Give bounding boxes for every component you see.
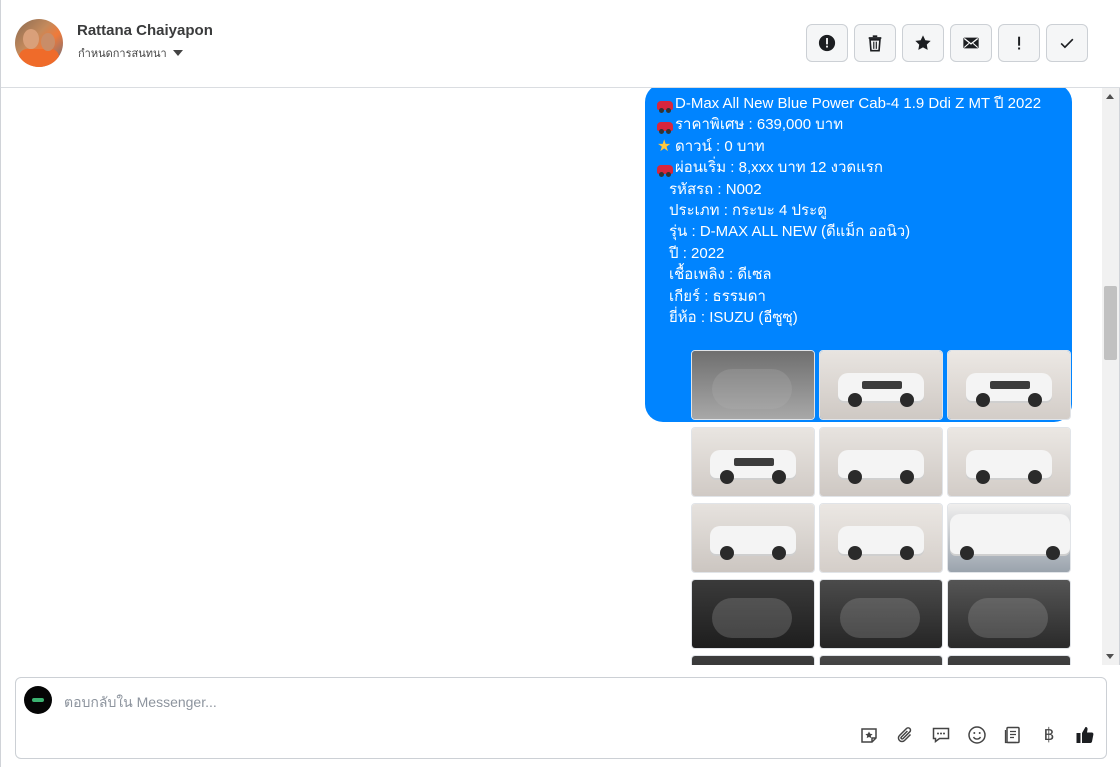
message-line: เชื้อเพลิง : ดีเซล xyxy=(669,266,772,284)
photo-thumbnail-gear-shifter[interactable] xyxy=(947,579,1071,649)
emoji-button[interactable] xyxy=(966,724,988,746)
scroll-down-arrow-icon[interactable] xyxy=(1106,654,1114,659)
photo-thumbnail-side-front[interactable] xyxy=(691,427,815,497)
notes-button[interactable] xyxy=(1002,724,1024,746)
delete-button[interactable] xyxy=(854,24,896,62)
contact-name[interactable]: Rattana Chaiyapon xyxy=(77,22,213,39)
sticker-button[interactable] xyxy=(858,724,880,746)
follow-up-button[interactable] xyxy=(998,24,1040,62)
car-emoji-icon xyxy=(657,164,673,177)
message-line: ปี : 2022 xyxy=(669,244,725,262)
message-line: ประเภท : กระบะ 4 ประตู xyxy=(669,202,827,220)
star-button[interactable] xyxy=(902,24,944,62)
reply-composer[interactable]: ตอบกลับใน Messenger... ฿ xyxy=(15,677,1107,759)
car-emoji-icon xyxy=(657,100,673,113)
photo-thumbnail-wheel[interactable] xyxy=(947,503,1071,573)
photo-thumbnail-interior-b[interactable] xyxy=(819,655,943,665)
message-line: รุ่น : D-MAX ALL NEW (ดีแม็ก ออนิว) xyxy=(669,223,911,241)
message-thread[interactable]: D-Max All New Blue Power Cab-4 1.9 Ddi Z… xyxy=(1,88,1120,665)
composer-tools: ฿ xyxy=(858,724,1096,746)
photo-thumbnail-rear[interactable] xyxy=(947,427,1071,497)
mark-done-button[interactable] xyxy=(1046,24,1088,62)
car-emoji-icon xyxy=(657,122,673,135)
photo-thumbnail-front-left[interactable] xyxy=(819,350,943,420)
scroll-up-arrow-icon[interactable] xyxy=(1106,94,1114,99)
message-line: เกียร์ : ธรรมดา xyxy=(669,287,766,305)
message-line: D-Max All New Blue Power Cab-4 1.9 Ddi Z… xyxy=(657,93,1060,114)
scroll-thumb[interactable] xyxy=(1104,286,1117,360)
thread-scrollbar[interactable] xyxy=(1102,88,1119,665)
conversation-toolbar xyxy=(806,24,1088,62)
baht-icon[interactable]: ฿ xyxy=(1038,724,1060,746)
attachment-icon xyxy=(897,727,912,743)
photo-thumbnail-side[interactable] xyxy=(819,503,943,573)
message-line: รหัสรถ : N002 xyxy=(669,180,762,198)
photo-thumbnail-door-interior[interactable] xyxy=(691,579,815,649)
photo-thumbnail-rear-left[interactable] xyxy=(819,427,943,497)
photo-thumbnail-rear-quarter[interactable] xyxy=(691,503,815,573)
emoji-icon xyxy=(968,726,986,744)
message-line: ราคาพิเศษ : 639,000 บาท xyxy=(657,114,1060,135)
message-line: ผ่อนเริ่ม : 8,xxx บาท 12 งวดแรก xyxy=(657,157,1060,178)
check-icon xyxy=(1060,38,1074,49)
notes-icon xyxy=(1004,726,1020,744)
photo-thumbnail-front[interactable] xyxy=(947,350,1071,420)
assign-conversation-label: กำหนดการสนทนา xyxy=(78,48,167,60)
photo-thumbnail-engine[interactable] xyxy=(691,350,815,420)
star-icon xyxy=(915,35,931,50)
saved-reply-button[interactable] xyxy=(930,724,952,746)
photo-thumbnail-dashboard[interactable] xyxy=(819,579,943,649)
mark-unread-button[interactable] xyxy=(950,24,992,62)
envelope-icon xyxy=(963,37,979,49)
contact-avatar[interactable] xyxy=(15,19,63,67)
like-icon xyxy=(1076,727,1094,743)
saved-reply-icon xyxy=(932,727,950,743)
alert-circle-icon xyxy=(818,34,836,52)
trash-icon xyxy=(868,35,882,52)
sticker-icon xyxy=(861,728,877,743)
caret-down-icon xyxy=(172,50,183,56)
attachment-button[interactable] xyxy=(894,724,916,746)
like-button[interactable] xyxy=(1074,724,1096,746)
message-line: ดาวน์ : 0 บาท xyxy=(657,135,1060,157)
reply-input[interactable]: ตอบกลับใน Messenger... xyxy=(64,692,217,714)
conversation-header: Rattana Chaiyapon กำหนดการสนทนา xyxy=(1,0,1120,88)
mark-spam-button[interactable] xyxy=(806,24,848,62)
assign-conversation-dropdown[interactable]: กำหนดการสนทนา xyxy=(78,44,183,62)
photo-thumbnail-interior-a[interactable] xyxy=(691,655,815,665)
message-line: ยี่ห้อ : ISUZU (อีซูซุ) xyxy=(669,309,798,327)
exclamation-icon xyxy=(1018,36,1021,50)
page-avatar xyxy=(24,686,52,714)
photo-thumbnail-interior-c[interactable] xyxy=(947,655,1071,665)
composer-area: ตอบกลับใน Messenger... ฿ xyxy=(1,665,1120,767)
inbox-frame: Rattana Chaiyapon กำหนดการสนทนา D-Max Al… xyxy=(0,0,1120,767)
star-emoji-icon xyxy=(657,135,673,156)
